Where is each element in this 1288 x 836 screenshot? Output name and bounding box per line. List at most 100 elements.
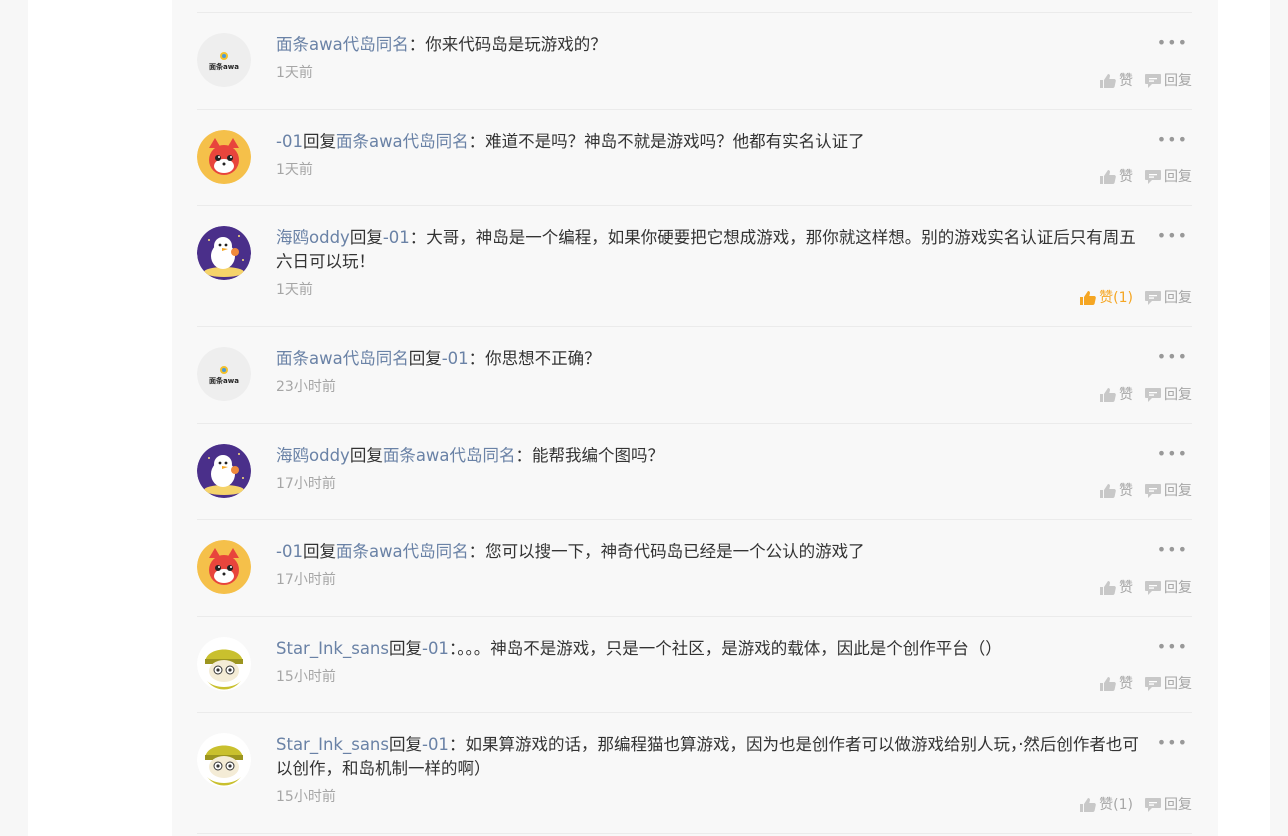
separator: ：	[468, 349, 486, 368]
reply-word: 回复	[302, 542, 336, 561]
more-dots-icon[interactable]: •••	[1157, 444, 1188, 464]
thumb-up-icon	[1080, 798, 1096, 812]
comment-actions: 赞 回复	[1100, 578, 1192, 598]
comment-author[interactable]: 海鸥oddy	[276, 228, 350, 247]
avatar[interactable]	[197, 636, 251, 691]
comment-item: 面条awa 面条awa代岛同名：你来代码岛是玩游戏的？ 1天前 ••• 赞 回复	[197, 12, 1192, 109]
more-dots-icon[interactable]: •••	[1157, 33, 1188, 53]
comment-content: -01回复面条awa代岛同名：您可以搜一下，神奇代码岛已经是一个公认的游戏了	[276, 540, 1192, 564]
comment-actions: 赞(1) 回复	[1080, 288, 1192, 308]
avatar[interactable]	[197, 540, 251, 594]
comment-content: 海鸥oddy回复-01：大哥，神岛是一个编程，如果你硬要把它想成游戏，那你就这样…	[276, 226, 1192, 274]
reply-word: 回复	[302, 131, 336, 151]
comment-author[interactable]: -01	[276, 132, 303, 151]
comment-author[interactable]: 面条awa代岛同名	[276, 349, 409, 368]
comment-content: 面条awa代岛同名：你来代码岛是玩游戏的？	[276, 33, 1192, 57]
comment-content: Star_Ink_sans回复-01：。。。神岛不是游戏，只是一个社区，是游戏的…	[276, 637, 1192, 661]
skeleton-hat-avatar-icon	[197, 733, 251, 787]
reply-label: 回复	[1164, 483, 1192, 499]
comment-text: 您可以搜一下，神奇代码岛已经是一个公认的游戏了	[485, 542, 865, 561]
avatar[interactable]	[197, 443, 251, 498]
reply-target[interactable]: -01	[442, 349, 469, 368]
comment-time: 1天前	[276, 282, 313, 298]
avatar[interactable]: 面条awa	[197, 347, 251, 401]
reply-word: 回复	[349, 445, 383, 465]
like-button[interactable]: 赞	[1100, 385, 1133, 405]
reply-label: 回复	[1164, 579, 1192, 596]
comment-time: 1天前	[276, 161, 313, 178]
more-dots-icon[interactable]: •••	[1157, 226, 1188, 246]
comment-author[interactable]: 面条awa代岛同名	[276, 35, 409, 54]
separator: ：	[515, 445, 533, 465]
reply-button[interactable]: 回复	[1145, 578, 1192, 598]
comment-content: 海鸥oddy回复面条awa代岛同名：能帮我编个图吗？	[276, 444, 1192, 468]
more-dots-icon[interactable]: •••	[1157, 637, 1188, 657]
reply-button[interactable]: 回复	[1145, 795, 1192, 815]
more-dots-icon[interactable]: •••	[1157, 733, 1188, 753]
reply-label: 回复	[1164, 676, 1192, 692]
comment-time: 23小时前	[276, 379, 336, 395]
thumb-up-icon	[1100, 677, 1116, 691]
like-button[interactable]: 赞	[1100, 674, 1133, 694]
reply-button[interactable]: 回复	[1145, 385, 1192, 405]
comment-author[interactable]: -01	[276, 542, 303, 561]
reply-target[interactable]: 面条awa代岛同名	[383, 446, 516, 465]
reply-target[interactable]: 面条awa代岛同名	[336, 132, 469, 151]
separator: ：	[468, 131, 486, 151]
speech-bubble-icon	[1145, 677, 1161, 691]
thumb-up-icon	[1100, 170, 1116, 184]
speech-bubble-icon	[1145, 484, 1161, 498]
noodle-logo-avatar-icon: 面条awa	[197, 347, 251, 401]
reply-target[interactable]: -01	[383, 228, 410, 247]
reply-word: 回复	[408, 349, 442, 368]
left-white-column	[28, 0, 172, 836]
avatar[interactable]	[197, 733, 251, 787]
separator: ：	[408, 35, 426, 54]
reply-button[interactable]: 回复	[1145, 71, 1192, 91]
reply-target[interactable]: -01	[422, 639, 449, 658]
like-label: 赞	[1119, 169, 1133, 185]
like-button[interactable]: 赞	[1100, 71, 1133, 91]
reply-button[interactable]: 回复	[1145, 481, 1192, 501]
comment-time: 17小时前	[276, 572, 336, 588]
like-button[interactable]: 赞(1)	[1080, 288, 1133, 308]
like-button[interactable]: 赞	[1100, 167, 1133, 187]
comment-author[interactable]: 海鸥oddy	[276, 446, 350, 465]
like-button[interactable]: 赞	[1100, 481, 1133, 501]
reply-word: 回复	[388, 735, 422, 754]
reply-button[interactable]: 回复	[1145, 288, 1192, 308]
comment-time: 15小时前	[276, 789, 336, 805]
like-button[interactable]: 赞(1)	[1080, 795, 1133, 815]
avatar[interactable]: 面条awa	[197, 33, 251, 87]
more-dots-icon[interactable]: •••	[1157, 130, 1188, 150]
speech-bubble-icon	[1145, 580, 1161, 595]
reply-label: 回复	[1164, 797, 1192, 813]
avatar[interactable]	[197, 129, 251, 184]
thumb-up-icon	[1080, 291, 1096, 305]
reply-target[interactable]: -01	[422, 735, 449, 754]
avatar[interactable]	[197, 226, 251, 280]
more-dots-icon[interactable]: •••	[1157, 540, 1188, 560]
reply-word: 回复	[388, 638, 422, 658]
reply-target[interactable]: 面条awa代岛同名	[336, 542, 469, 561]
seagull-avatar-icon	[197, 226, 251, 280]
like-label: 赞	[1119, 72, 1133, 89]
comment-actions: 赞(1) 回复	[1080, 795, 1192, 815]
comment-time: 1天前	[276, 65, 313, 81]
comment-author[interactable]: Star_Ink_sans	[276, 639, 389, 658]
reply-button[interactable]: 回复	[1145, 674, 1192, 694]
comment-content: Star_Ink_sans回复-01：如果算游戏的话，那编程猫也算游戏，因为也是…	[276, 733, 1192, 781]
comment-item: -01回复面条awa代岛同名：您可以搜一下，神奇代码岛已经是一个公认的游戏了 1…	[197, 519, 1192, 616]
comment-time: 15小时前	[276, 668, 336, 685]
like-label: 赞	[1119, 676, 1133, 692]
more-dots-icon[interactable]: •••	[1157, 347, 1188, 367]
seagull-avatar-icon	[197, 443, 251, 498]
comment-time: 17小时前	[276, 475, 336, 492]
comment-actions: 赞 回复	[1100, 674, 1192, 694]
comment-text: 能帮我编个图吗？	[532, 445, 665, 465]
separator: ：	[468, 542, 486, 561]
like-button[interactable]: 赞	[1100, 578, 1133, 598]
reply-button[interactable]: 回复	[1145, 167, 1192, 187]
separator: ：	[409, 228, 427, 247]
comment-author[interactable]: Star_Ink_sans	[276, 735, 389, 754]
